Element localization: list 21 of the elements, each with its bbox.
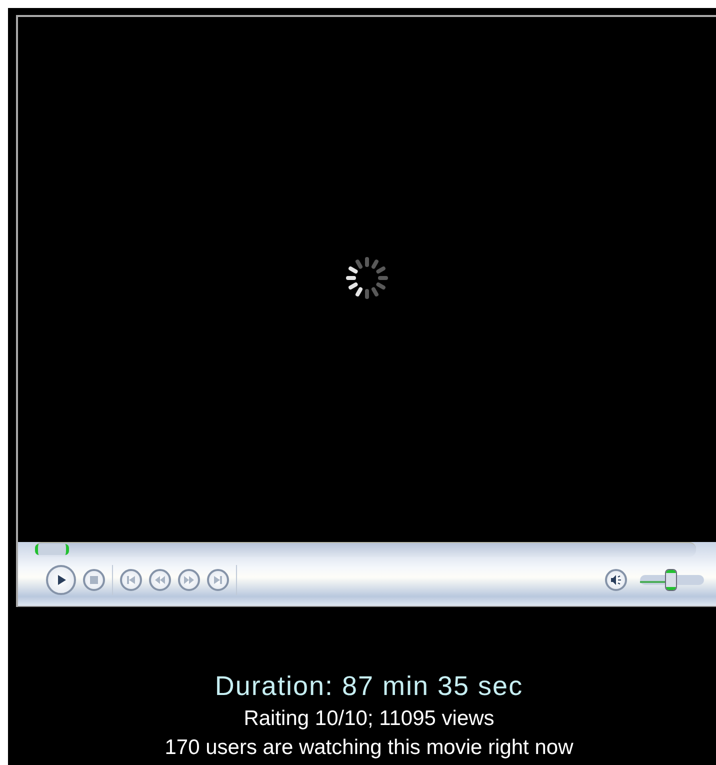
next-icon (213, 575, 223, 585)
play-icon (55, 574, 67, 586)
volume-slider[interactable] (640, 570, 704, 590)
stop-icon (90, 576, 98, 584)
rating-text: Raiting 10/10; 11095 views (242, 707, 496, 731)
volume-thumb[interactable] (666, 570, 676, 590)
next-button[interactable] (207, 569, 229, 591)
seek-track[interactable] (35, 542, 696, 557)
speaker-icon (610, 574, 622, 586)
rewind-icon (155, 575, 165, 585)
play-button[interactable] (46, 565, 76, 595)
mute-button[interactable] (605, 569, 627, 591)
seek-thumb[interactable] (35, 544, 69, 555)
stop-button[interactable] (83, 569, 105, 591)
rewind-button[interactable] (149, 569, 171, 591)
previous-icon (126, 575, 136, 585)
previous-button[interactable] (120, 569, 142, 591)
watching-text: 170 users are watching this movie right now (164, 736, 574, 760)
fast-forward-button[interactable] (178, 569, 200, 591)
duration-text: Duration: 87 min 35 sec (214, 671, 524, 702)
fast-forward-icon (184, 575, 194, 585)
